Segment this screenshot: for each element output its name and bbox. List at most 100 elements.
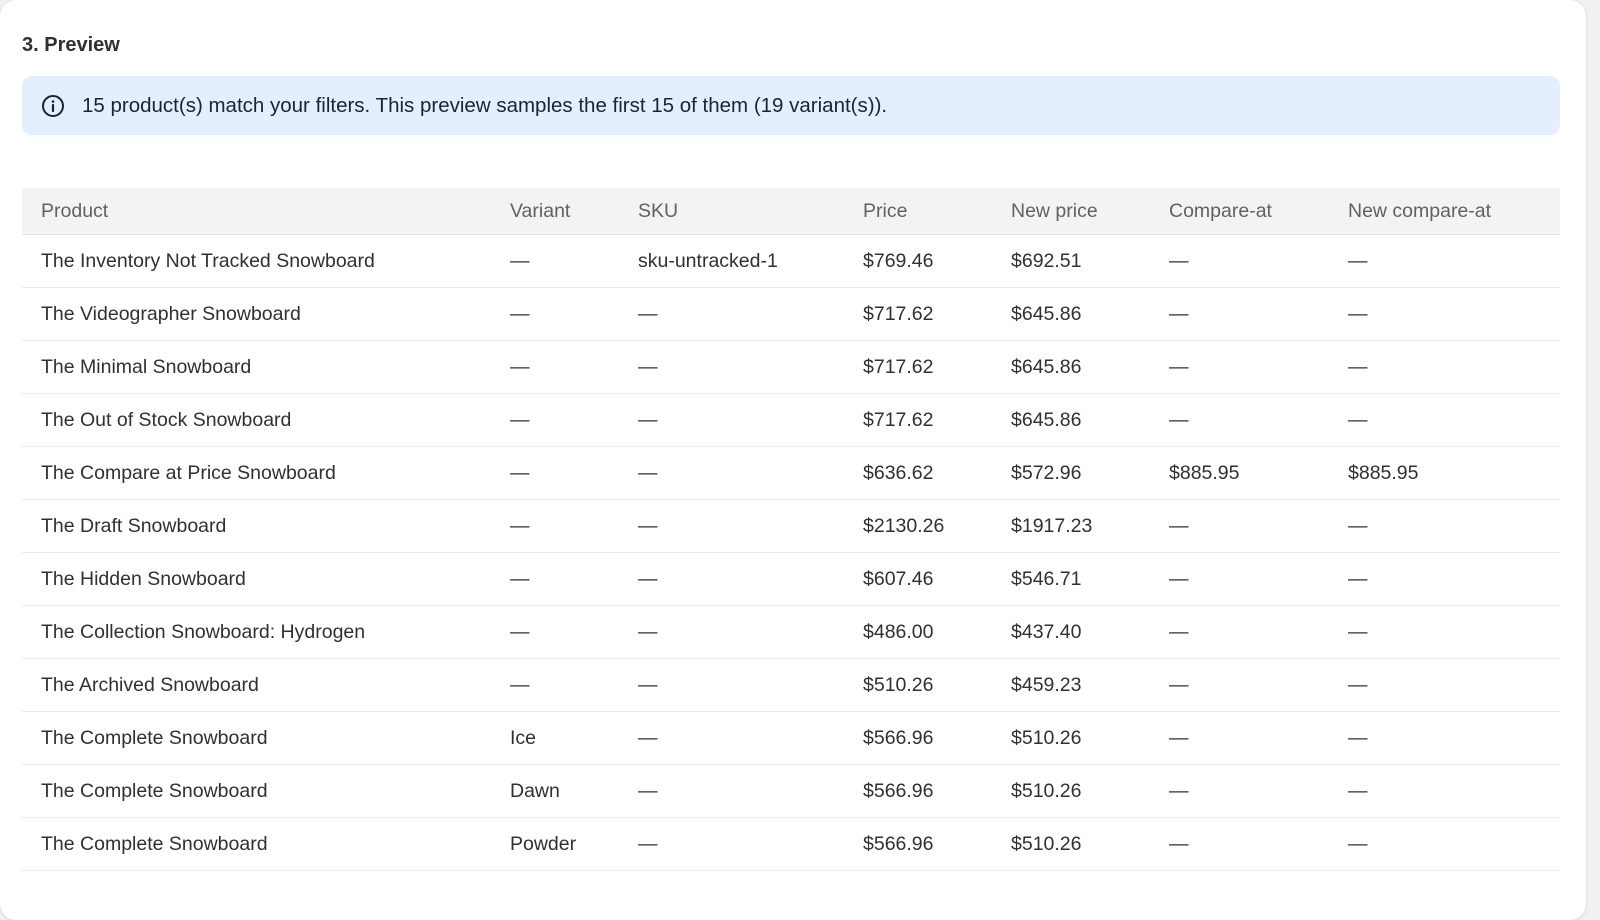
cell-price: $566.96 bbox=[844, 765, 992, 818]
info-banner-text: 15 product(s) match your filters. This p… bbox=[82, 93, 887, 119]
table-row: The Archived Snowboard — — $510.26 $459.… bbox=[22, 659, 1560, 712]
cell-compare-at: — bbox=[1150, 288, 1329, 341]
cell-variant bbox=[491, 871, 619, 920]
column-header-price: Price bbox=[844, 188, 992, 235]
cell-variant: — bbox=[491, 288, 619, 341]
table-row: The Compare at Price Snowboard — — $636.… bbox=[22, 447, 1560, 500]
cell-sku: — bbox=[619, 659, 844, 712]
cell-new-price: $1917.23 bbox=[992, 500, 1150, 553]
cell-product: The Videographer Snowboard bbox=[22, 288, 491, 341]
cell-variant: — bbox=[491, 606, 619, 659]
cell-product: The Complete Snowboard bbox=[22, 765, 491, 818]
cell-price: $769.46 bbox=[844, 235, 992, 288]
cell-new-price: $546.71 bbox=[992, 553, 1150, 606]
cell-new-compare-at: — bbox=[1329, 553, 1560, 606]
cell-new-compare-at: — bbox=[1329, 606, 1560, 659]
cell-sku: — bbox=[619, 712, 844, 765]
cell-product: The Compare at Price Snowboard bbox=[22, 447, 491, 500]
preview-card: 3. Preview 15 product(s) match your filt… bbox=[0, 0, 1586, 920]
cell-new-price: $645.86 bbox=[992, 394, 1150, 447]
table-row: The Inventory Not Tracked Snowboard — sk… bbox=[22, 235, 1560, 288]
cell-price: $636.62 bbox=[844, 447, 992, 500]
cell-price: $717.62 bbox=[844, 341, 992, 394]
cell-new-price: $645.86 bbox=[992, 341, 1150, 394]
cell-new-compare-at: — bbox=[1329, 818, 1560, 871]
cell-new-price: $572.96 bbox=[992, 447, 1150, 500]
cell-compare-at: — bbox=[1150, 606, 1329, 659]
cell-sku: — bbox=[619, 765, 844, 818]
info-banner: 15 product(s) match your filters. This p… bbox=[22, 76, 1560, 135]
preview-table-container: Product Variant SKU Price New price Comp… bbox=[22, 188, 1560, 920]
cell-variant: — bbox=[491, 659, 619, 712]
cell-sku: — bbox=[619, 553, 844, 606]
cell-variant: — bbox=[491, 553, 619, 606]
cell-price: $486.00 bbox=[844, 606, 992, 659]
cell-sku: — bbox=[619, 447, 844, 500]
cell-new-compare-at: — bbox=[1329, 712, 1560, 765]
cell-sku: — bbox=[619, 500, 844, 553]
cell-variant: — bbox=[491, 341, 619, 394]
cell-new-price: $692.51 bbox=[992, 235, 1150, 288]
cell-new-price: $459.23 bbox=[992, 659, 1150, 712]
cell-sku bbox=[619, 871, 844, 920]
cell-compare-at: — bbox=[1150, 765, 1329, 818]
column-header-new-price: New price bbox=[992, 188, 1150, 235]
info-icon bbox=[40, 93, 66, 119]
cell-sku: — bbox=[619, 818, 844, 871]
cell-sku: — bbox=[619, 341, 844, 394]
table-row: The Out of Stock Snowboard — — $717.62 $… bbox=[22, 394, 1560, 447]
cell-compare-at: — bbox=[1150, 712, 1329, 765]
cell-new-compare-at: — bbox=[1329, 765, 1560, 818]
column-header-variant: Variant bbox=[491, 188, 619, 235]
column-header-new-compare-at: New compare-at bbox=[1329, 188, 1560, 235]
table-row: The Hidden Snowboard — — $607.46 $546.71… bbox=[22, 553, 1560, 606]
cell-new-compare-at: — bbox=[1329, 659, 1560, 712]
cell-variant: Dawn bbox=[491, 765, 619, 818]
cell-price: $717.62 bbox=[844, 288, 992, 341]
cell-price: $2130.26 bbox=[844, 500, 992, 553]
cell-new-price: $510.26 bbox=[992, 712, 1150, 765]
cell-new-price bbox=[992, 871, 1150, 920]
cell-product: The Collection Snowboard: Hydrogen bbox=[22, 606, 491, 659]
cell-compare-at: — bbox=[1150, 341, 1329, 394]
cell-new-price: $510.26 bbox=[992, 818, 1150, 871]
cell-price: $717.62 bbox=[844, 394, 992, 447]
preview-table: Product Variant SKU Price New price Comp… bbox=[22, 188, 1560, 920]
column-header-sku: SKU bbox=[619, 188, 844, 235]
cell-compare-at: — bbox=[1150, 818, 1329, 871]
cell-product: The Complete Snowboard bbox=[22, 712, 491, 765]
cell-new-compare-at: — bbox=[1329, 235, 1560, 288]
table-row: The Minimal Snowboard — — $717.62 $645.8… bbox=[22, 341, 1560, 394]
cell-compare-at: — bbox=[1150, 659, 1329, 712]
cell-compare-at: — bbox=[1150, 500, 1329, 553]
cell-variant: Powder bbox=[491, 818, 619, 871]
table-row: The Collection Snowboard: Hydrogen — — $… bbox=[22, 606, 1560, 659]
table-header-row: Product Variant SKU Price New price Comp… bbox=[22, 188, 1560, 235]
cell-compare-at bbox=[1150, 871, 1329, 920]
cell-new-compare-at: — bbox=[1329, 394, 1560, 447]
table-row: The Complete Snowboard Powder — $566.96 … bbox=[22, 818, 1560, 871]
cell-variant: Ice bbox=[491, 712, 619, 765]
cell-product: The Archived Snowboard bbox=[22, 659, 491, 712]
cell-sku: — bbox=[619, 394, 844, 447]
cell-price: $607.46 bbox=[844, 553, 992, 606]
cell-product: The Inventory Not Tracked Snowboard bbox=[22, 235, 491, 288]
cell-new-price: $510.26 bbox=[992, 765, 1150, 818]
cell-product: The Draft Snowboard bbox=[22, 500, 491, 553]
cell-compare-at: $885.95 bbox=[1150, 447, 1329, 500]
table-row: The Complete Snowboard Dawn — $566.96 $5… bbox=[22, 765, 1560, 818]
cell-sku: sku-untracked-1 bbox=[619, 235, 844, 288]
table-row bbox=[22, 871, 1560, 920]
cell-price bbox=[844, 871, 992, 920]
cell-variant: — bbox=[491, 235, 619, 288]
cell-product bbox=[22, 871, 491, 920]
cell-product: The Complete Snowboard bbox=[22, 818, 491, 871]
cell-new-compare-at: — bbox=[1329, 500, 1560, 553]
cell-compare-at: — bbox=[1150, 553, 1329, 606]
cell-variant: — bbox=[491, 394, 619, 447]
column-header-product: Product bbox=[22, 188, 491, 235]
cell-product: The Hidden Snowboard bbox=[22, 553, 491, 606]
cell-sku: — bbox=[619, 288, 844, 341]
table-row: The Complete Snowboard Ice — $566.96 $51… bbox=[22, 712, 1560, 765]
cell-product: The Minimal Snowboard bbox=[22, 341, 491, 394]
